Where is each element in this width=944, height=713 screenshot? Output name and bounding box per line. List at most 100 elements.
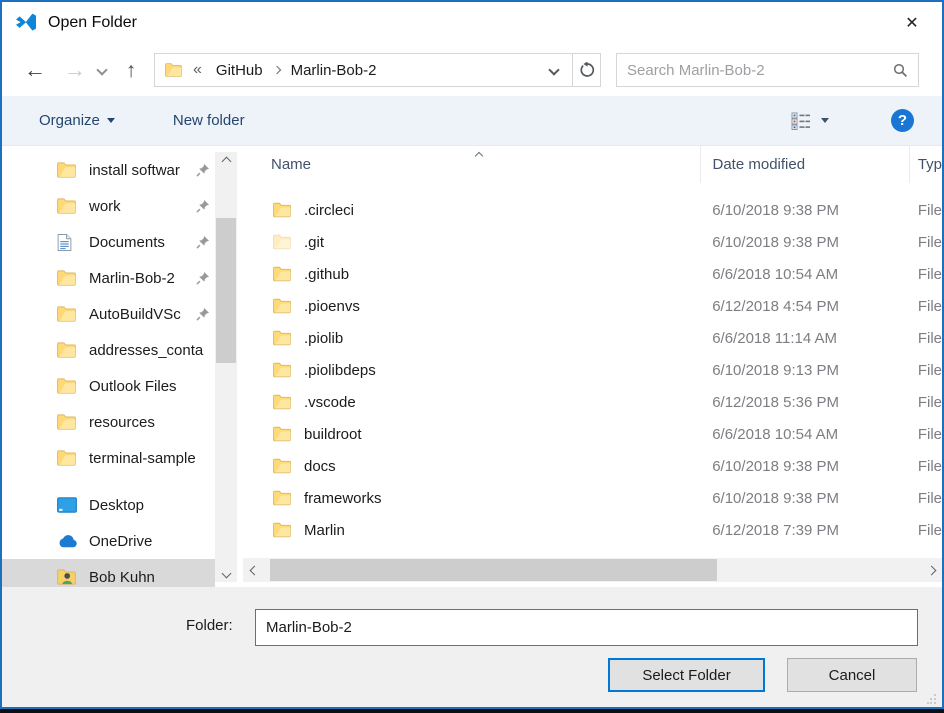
search-icon[interactable]	[893, 63, 908, 78]
command-toolbar: Organize New folder	[2, 96, 942, 146]
breadcrumb-item-github[interactable]: GitHub	[208, 62, 271, 79]
file-name: Marlin	[304, 522, 345, 539]
file-type: File	[910, 330, 942, 347]
up-icon[interactable]: ↑	[118, 60, 144, 81]
pin-icon	[196, 271, 211, 286]
file-type: File	[910, 522, 942, 539]
sidebar-item-label: Bob Kuhn	[89, 569, 211, 586]
file-date-modified: 6/10/2018 9:38 PM	[700, 458, 910, 475]
sidebar-item-addresses-conta[interactable]: addresses_conta	[2, 332, 215, 368]
open-folder-dialog: Open Folder ✕ ← → ↑ « GitHub Marlin-Bob-…	[0, 0, 944, 713]
window-bottom-edge	[0, 709, 944, 713]
folder-field-label: Folder:	[186, 617, 233, 634]
file-name: .git	[304, 234, 324, 251]
sidebar-item-resources[interactable]: resources	[2, 404, 215, 440]
file-name: .vscode	[304, 394, 356, 411]
sidebar-item-outlook-files[interactable]: Outlook Files	[2, 368, 215, 404]
file-date-modified: 6/10/2018 9:38 PM	[700, 202, 910, 219]
back-icon[interactable]: ←	[22, 59, 48, 81]
pin-icon	[196, 235, 211, 250]
table-row-vscode[interactable]: .vscode6/12/2018 5:36 PMFile	[243, 386, 942, 418]
chevron-right-icon	[926, 565, 936, 575]
cancel-button[interactable]: Cancel	[787, 658, 917, 692]
vertical-scrollbar[interactable]	[215, 152, 237, 582]
sidebar-item-desktop[interactable]: Desktop	[2, 487, 215, 523]
sidebar-item-install-softwar[interactable]: install softwar	[2, 152, 215, 188]
address-bar[interactable]: « GitHub Marlin-Bob-2	[154, 53, 573, 87]
new-folder-button[interactable]: New folder	[173, 112, 245, 129]
search-box[interactable]	[616, 53, 919, 87]
address-dropdown-chevron-icon[interactable]	[548, 64, 559, 75]
table-row-marlin[interactable]: Marlin6/12/2018 7:39 PMFile	[243, 514, 942, 546]
recent-locations-chevron-icon[interactable]	[96, 64, 107, 75]
sidebar-item-label: Documents	[89, 234, 196, 251]
sidebar-item-terminal-sample[interactable]: terminal-sample	[2, 440, 215, 476]
organize-button[interactable]: Organize	[39, 112, 115, 129]
horizontal-scrollbar[interactable]	[243, 558, 942, 582]
chevron-down-icon	[221, 568, 231, 578]
sidebar-item-label: AutoBuildVSc	[89, 306, 196, 323]
table-row-circleci[interactable]: .circleci6/10/2018 9:38 PMFile	[243, 194, 942, 226]
folder-name-input[interactable]	[255, 609, 918, 646]
file-name: buildroot	[304, 426, 362, 443]
sidebar-item-onedrive[interactable]: OneDrive	[2, 523, 215, 559]
sidebar-item-bob-kuhn[interactable]: Bob Kuhn	[2, 559, 215, 587]
close-icon[interactable]: ✕	[894, 7, 930, 39]
breadcrumb-item-marlin-bob-2[interactable]: Marlin-Bob-2	[283, 62, 385, 79]
folder-icon	[57, 197, 79, 215]
table-row-github[interactable]: .github6/6/2018 10:54 AMFile	[243, 258, 942, 290]
column-header-date-modified[interactable]: Date modified	[700, 146, 909, 183]
file-name: .piolib	[304, 330, 343, 347]
search-input[interactable]	[627, 62, 893, 79]
navigation-bar: ← → ↑ « GitHub Marlin-Bob-2	[2, 44, 942, 96]
folder-icon	[273, 203, 291, 218]
scroll-right-button[interactable]	[922, 558, 940, 582]
help-button[interactable]: ?	[891, 109, 914, 132]
table-row-pioenvs[interactable]: .pioenvs6/12/2018 4:54 PMFile	[243, 290, 942, 322]
vertical-scroll-thumb[interactable]	[216, 218, 236, 363]
table-row-piolibdeps[interactable]: .piolibdeps6/10/2018 9:13 PMFile	[243, 354, 942, 386]
file-type: File	[910, 362, 942, 379]
folder-icon	[57, 269, 79, 287]
file-name: frameworks	[304, 490, 382, 507]
folder-icon	[273, 523, 291, 538]
scroll-down-button[interactable]	[215, 564, 237, 582]
dialog-window: Open Folder ✕ ← → ↑ « GitHub Marlin-Bob-…	[0, 0, 944, 709]
horizontal-scroll-thumb[interactable]	[270, 559, 717, 581]
table-row-git[interactable]: .git6/10/2018 9:38 PMFile	[243, 226, 942, 258]
scroll-left-button[interactable]	[245, 558, 263, 582]
folder-icon	[57, 161, 79, 179]
table-row-docs[interactable]: docs6/10/2018 9:38 PMFile	[243, 450, 942, 482]
breadcrumb-overflow-indicator[interactable]: «	[193, 61, 202, 79]
scroll-up-button[interactable]	[215, 152, 237, 170]
file-type: File	[910, 394, 942, 411]
title-bar: Open Folder ✕	[2, 2, 942, 44]
resize-grip[interactable]	[927, 694, 937, 704]
address-folder-icon	[165, 63, 183, 78]
sidebar-item-label: work	[89, 198, 196, 215]
table-row-frameworks[interactable]: frameworks6/10/2018 9:38 PMFile	[243, 482, 942, 514]
select-folder-button[interactable]: Select Folder	[608, 658, 765, 692]
change-view-button[interactable]	[791, 112, 829, 130]
folder-icon	[273, 459, 291, 474]
file-name: .circleci	[304, 202, 354, 219]
sidebar-item-work[interactable]: work	[2, 188, 215, 224]
table-row-piolib[interactable]: .piolib6/6/2018 11:14 AMFile	[243, 322, 942, 354]
file-date-modified: 6/6/2018 10:54 AM	[700, 266, 910, 283]
sidebar-item-documents[interactable]: Documents	[2, 224, 215, 260]
main-content: install softwar work Documents Marlin-Bob-2…	[2, 146, 942, 587]
column-header-type[interactable]: Typ	[909, 146, 942, 183]
sidebar-item-marlin-bob-2[interactable]: Marlin-Bob-2	[2, 260, 215, 296]
pin-icon	[196, 199, 211, 214]
document-icon	[57, 233, 79, 251]
column-header-name[interactable]: Name	[243, 146, 700, 183]
sidebar-item-autobuildvsc[interactable]: AutoBuildVSc	[2, 296, 215, 332]
file-date-modified: 6/10/2018 9:38 PM	[700, 490, 910, 507]
breadcrumb-separator-icon[interactable]	[272, 66, 280, 74]
refresh-button[interactable]	[572, 53, 601, 87]
pin-icon	[196, 307, 211, 322]
desktop-icon	[57, 496, 79, 514]
folder-icon	[273, 395, 291, 410]
sidebar-item-label: addresses_conta	[89, 342, 211, 359]
table-row-buildroot[interactable]: buildroot6/6/2018 10:54 AMFile	[243, 418, 942, 450]
